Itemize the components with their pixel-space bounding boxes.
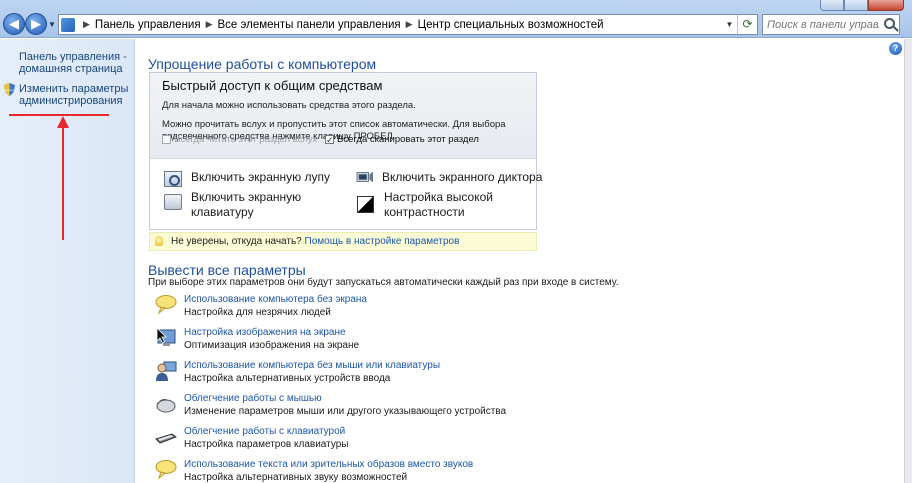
search-input[interactable] [763, 15, 879, 34]
setting-item-no-display: Использование компьютера без экрана Наст… [155, 294, 535, 324]
always-scan-checkbox[interactable]: ✓ Всегда сканировать этот раздел [325, 134, 479, 145]
keyboard-icon[interactable] [164, 194, 182, 210]
chevron-right-icon[interactable]: ▶ [406, 19, 413, 30]
forward-button[interactable]: ▶ [25, 13, 47, 35]
breadcrumb-ease-of-access-center[interactable]: Центр специальных возможностей [418, 19, 604, 31]
setting-desc-sound-alternatives: Настройка альтернативных звуку возможнос… [184, 472, 408, 483]
refresh-icon[interactable]: ⟳ [737, 15, 757, 34]
recent-pages-dropdown[interactable]: ▼ [48, 20, 56, 29]
speech-bubbles-icon [155, 460, 177, 480]
address-dropdown-icon[interactable]: ▼ [722, 20, 737, 29]
setting-link-mouse[interactable]: Облегчение работы с мышью [184, 393, 322, 404]
start-narrator-link[interactable]: Включить экранного диктора [382, 170, 542, 185]
help-icon[interactable]: ? [889, 42, 902, 55]
arrow-left-icon: ◀ [9, 16, 19, 31]
user-monitor-icon [156, 361, 177, 381]
setting-link-keyboard[interactable]: Облегчение работы с клавиатурой [184, 426, 345, 437]
setting-desc-mouse: Изменение параметров мыши или другого ук… [184, 406, 507, 417]
uac-shield-icon [4, 83, 15, 96]
setting-item-sound-alternatives: Использование текста или зрительных обра… [155, 459, 535, 483]
speech-bubble-icon [155, 295, 177, 315]
search-box[interactable] [762, 14, 900, 35]
ease-section-heading: Упрощение работы с компьютером [148, 56, 377, 72]
arrow-right-icon: ▶ [31, 16, 41, 31]
tip-question: Не уверены, откуда начать? [171, 236, 302, 247]
chevron-right-icon[interactable]: ▶ [206, 19, 213, 30]
minimize-button[interactable] [820, 0, 844, 11]
setting-desc-keyboard: Настройка параметров клавиатуры [184, 439, 349, 450]
control-panel-icon [61, 17, 75, 32]
setting-link-no-display[interactable]: Использование компьютера без экрана [184, 294, 367, 305]
high-contrast-link[interactable]: Настройка высокой контрастности [384, 190, 524, 220]
high-contrast-icon[interactable] [357, 196, 374, 213]
setting-item-display: Настройка изображения на экране Оптимиза… [155, 327, 535, 357]
setting-link-display[interactable]: Настройка изображения на экране [184, 327, 346, 338]
start-magnifier-link[interactable]: Включить экранную лупу [191, 170, 330, 185]
back-button[interactable]: ◀ [3, 13, 25, 35]
setting-desc-no-display: Настройка для незрячих людей [184, 307, 331, 318]
address-bar[interactable]: ▶ Панель управления ▶ Все элементы панел… [58, 14, 758, 35]
left-nav-pane: Панель управления - домашняя страница Из… [0, 39, 135, 483]
always-read-checkbox[interactable]: Всегда читать этот раздел вслух [162, 134, 317, 145]
keyboard-icon [155, 433, 177, 444]
setting-item-mouse: Облегчение работы с мышью Изменение пара… [155, 393, 535, 423]
vertical-scrollbar[interactable] [904, 39, 912, 483]
setting-link-no-mouse-keyboard[interactable]: Использование компьютера без мыши или кл… [184, 360, 440, 371]
setting-item-keyboard: Облегчение работы с клавиатурой Настройк… [155, 426, 535, 456]
control-panel-home-link[interactable]: Панель управления - домашняя страница [19, 51, 129, 75]
checkmark-icon[interactable]: ✓ [325, 135, 334, 145]
breadcrumb-all-items[interactable]: Все элементы панели управления [218, 19, 401, 31]
search-icon[interactable] [884, 18, 895, 29]
always-scan-label: Всегда сканировать этот раздел [337, 134, 479, 145]
setting-desc-no-mouse-keyboard: Настройка альтернативных устройств ввода [184, 373, 391, 384]
setting-item-no-mouse-keyboard: Использование компьютера без мыши или кл… [155, 360, 535, 390]
chevron-right-icon[interactable]: ▶ [83, 19, 90, 30]
mouse-icon [156, 399, 176, 413]
start-on-screen-keyboard-link[interactable]: Включить экранную клавиатуру [191, 190, 341, 220]
quick-access-title: Быстрый доступ к общим средствам [162, 78, 383, 93]
explore-section-heading: Вывести все параметры [148, 262, 306, 278]
narrator-icon[interactable] [356, 169, 374, 185]
red-arrow-annotation [57, 116, 69, 240]
get-recommendations-link[interactable]: Помощь в настройке параметров [305, 236, 460, 247]
change-admin-settings-link[interactable]: Изменить параметры администрирования [19, 83, 129, 107]
magnifier-icon[interactable] [164, 171, 182, 187]
maximize-button[interactable] [844, 0, 868, 11]
title-bar: ◀ ▶ ▼ ▶ Панель управления ▶ Все элементы… [0, 0, 912, 38]
quick-access-text-1: Для начала можно использовать средства э… [162, 100, 416, 111]
checkbox-unchecked-icon[interactable] [162, 135, 171, 144]
lightbulb-icon [155, 236, 163, 246]
setting-link-sound-alternatives[interactable]: Использование текста или зрительных обра… [184, 459, 473, 470]
always-read-label: Всегда читать этот раздел вслух [174, 134, 318, 145]
tip-bar: Не уверены, откуда начать? Помощь в наст… [149, 232, 537, 251]
breadcrumb-control-panel[interactable]: Панель управления [95, 19, 201, 31]
quick-access-header: Быстрый доступ к общим средствам Для нач… [150, 73, 536, 159]
setting-desc-display: Оптимизация изображения на экране [184, 340, 360, 351]
display-icon [156, 327, 176, 346]
close-button[interactable] [868, 0, 904, 11]
explore-section-subtitle: При выборе этих параметров они будут зап… [148, 277, 619, 288]
window-controls [820, 0, 904, 11]
